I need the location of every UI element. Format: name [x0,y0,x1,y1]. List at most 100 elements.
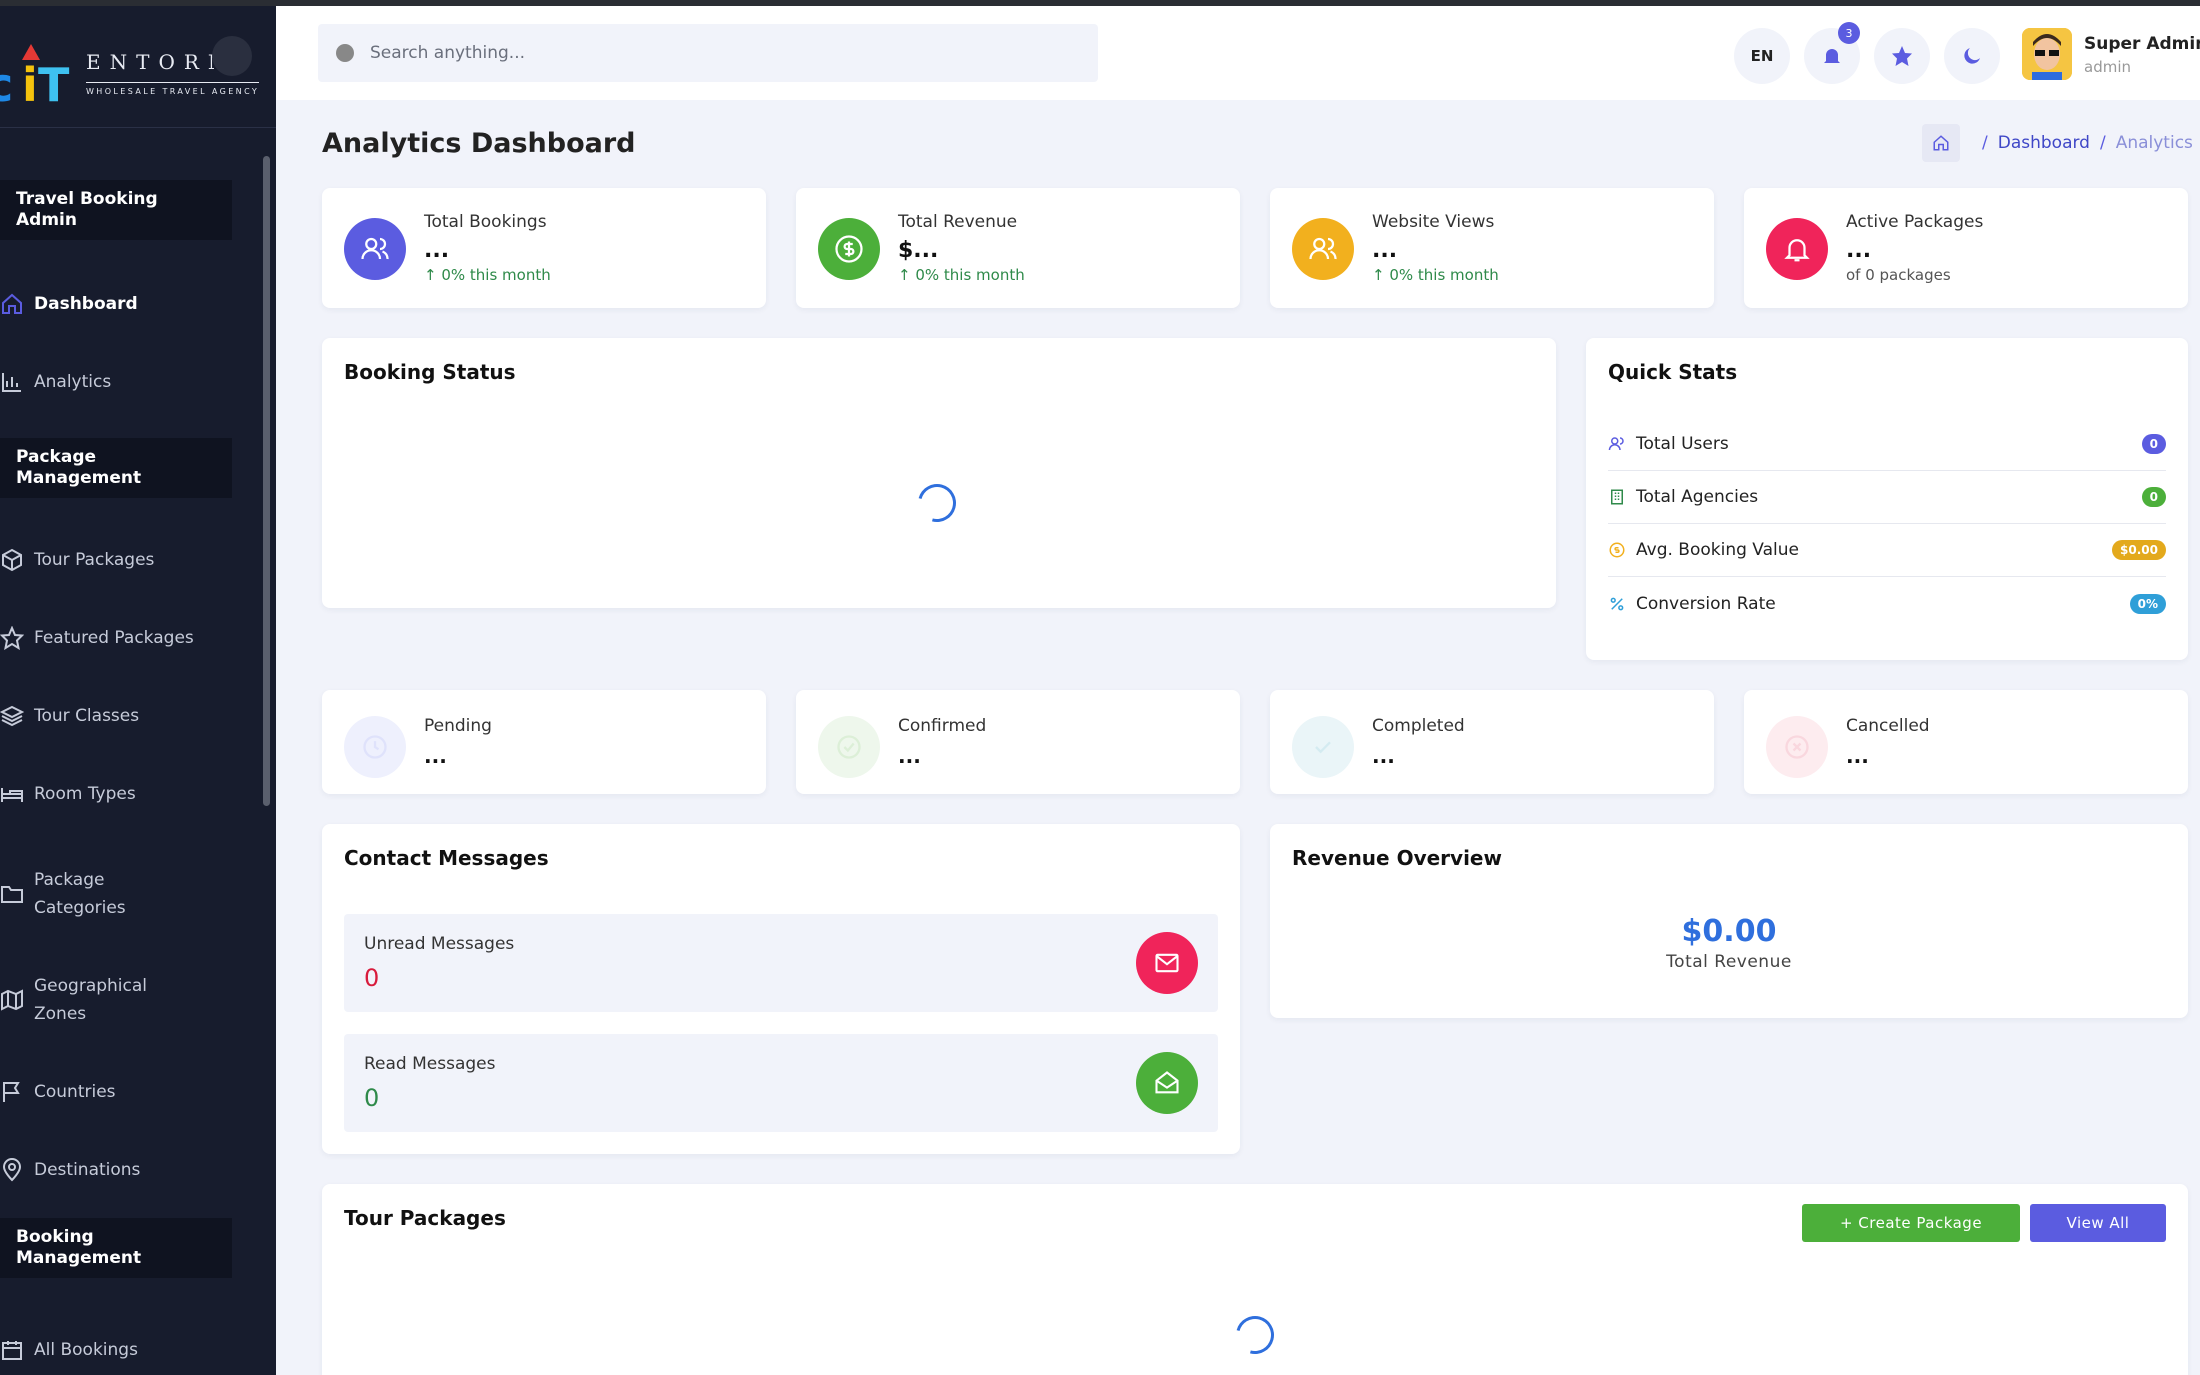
create-package-button[interactable]: + Create Package [1802,1204,2020,1242]
sidebar-item-dashboard[interactable]: Dashboard [0,290,250,318]
sidebar-item-countries[interactable]: Countries [0,1078,250,1106]
sidebar: ciT ENTORNO WHOLESALE TRAVEL AGENCY Trav… [0,6,276,1375]
total-revenue-amount: $0.00 [1681,914,1777,949]
unread-messages-count: 0 [364,964,380,992]
stat-value: ... [1846,238,1872,263]
map-icon [1,989,23,1011]
revenue-overview-card: Revenue Overview $0.00 Total Revenue [1270,824,2188,1018]
stat-change: ↑ 0% this month [898,266,1025,284]
contact-messages-card: Contact Messages Unread Messages 0 Read … [322,824,1240,1154]
sidebar-item-label: Countries [34,1082,116,1102]
search-bar[interactable] [318,24,1098,82]
language-button[interactable]: EN [1734,28,1790,84]
view-all-button[interactable]: View All [2030,1204,2166,1242]
breadcrumb-current: Analytics [2115,133,2193,153]
quick-stat-conversion-rate: Conversion Rate 0% [1608,577,2166,630]
section-package-management: Package Management [0,438,232,498]
sidebar-item-destinations[interactable]: Destinations [0,1156,250,1184]
layers-icon [0,705,24,727]
read-messages-panel[interactable]: Read Messages 0 [344,1034,1218,1132]
stat-value: $... [898,238,939,263]
stat-card-total-bookings: Total Bookings ... ↑ 0% this month [322,188,766,308]
coin-icon [1609,542,1625,558]
favorites-button[interactable] [1874,28,1930,84]
users-icon [1292,218,1354,280]
quick-stats-card: Quick Stats Total Users 0 Total Agencies… [1586,338,2188,660]
envelope-open-icon [1136,1052,1198,1114]
sidebar-item-tour-packages[interactable]: Tour Packages [0,546,250,574]
quick-stat-total-agencies: Total Agencies 0 [1608,471,2166,524]
sidebar-item-label: Tour Packages [34,550,155,570]
sidebar-item-label: Room Types [34,784,136,804]
quick-stat-badge: 0 [2141,434,2166,454]
theme-toggle-button[interactable] [1944,28,2000,84]
read-messages-label: Read Messages [364,1054,496,1074]
clock-icon [344,716,406,778]
quick-stat-avg-booking-value: Avg. Booking Value $0.00 [1608,524,2166,577]
star-icon [1892,46,1912,66]
sidebar-item-tour-classes[interactable]: Tour Classes [0,702,250,730]
envelope-icon [1136,932,1198,994]
booking-state-label: Cancelled [1846,716,1930,736]
read-messages-count: 0 [364,1084,380,1112]
sidebar-item-all-bookings[interactable]: All Bookings [0,1336,250,1364]
quick-stat-badge: 0% [2129,593,2166,614]
brand-tagline: WHOLESALE TRAVEL AGENCY [86,82,260,96]
sidebar-item-featured-packages[interactable]: Featured Packages [0,624,250,652]
sidebar-toggle-button[interactable] [212,36,252,76]
quick-stat-total-users: Total Users 0 [1608,418,2166,471]
users-icon [344,218,406,280]
stat-card-website-views: Website Views ... ↑ 0% this month [1270,188,1714,308]
tour-packages-card: Tour Packages + Create Package View All [322,1184,2188,1375]
page-title: Analytics Dashboard [322,128,636,159]
breadcrumb-separator: / [2099,133,2106,153]
sidebar-item-analytics[interactable]: Analytics [0,368,250,396]
brand-logo[interactable]: ciT ENTORNO WHOLESALE TRAVEL AGENCY [0,6,276,128]
booking-state-cancelled: Cancelled ... [1744,690,2188,794]
search-input[interactable] [370,43,1070,63]
star-icon [0,626,24,650]
breadcrumb-home-button[interactable] [1922,124,1960,162]
sidebar-item-label: Dashboard [34,294,138,314]
calendar-icon [2,1341,22,1360]
sidebar-item-package-categories[interactable]: Package Categories [0,866,150,922]
sidebar-scrollbar[interactable] [263,156,270,806]
box-icon [2,548,22,572]
home-icon [1933,135,1949,151]
booking-state-completed: Completed ... [1270,690,1714,794]
sidebar-item-room-types[interactable]: Room Types [0,780,250,808]
folder-icon [1,886,23,903]
quick-stat-label: Total Agencies [1636,487,1759,507]
percent-icon [1610,597,1624,610]
stat-value: ... [1372,238,1398,263]
breadcrumb: / Dashboard / Analytics [1922,124,2193,162]
stat-label: Active Packages [1846,212,1984,232]
avatar[interactable] [2022,28,2072,80]
stat-sub: of 0 packages [1846,266,1951,284]
window-top-bar [0,0,2200,6]
breadcrumb-dashboard-link[interactable]: Dashboard [1998,133,2090,153]
building-icon [1611,489,1623,505]
booking-state-pending: Pending ... [322,690,766,794]
booking-state-value: ... [1846,744,1869,768]
sidebar-item-geographical-zones[interactable]: Geographical Zones [0,972,170,1028]
breadcrumb-separator: / [1982,133,1988,153]
stat-label: Website Views [1372,212,1495,232]
search-icon [336,44,354,62]
booking-state-confirmed: Confirmed ... [796,690,1240,794]
top-header: EN 3 Super Admin admin [276,6,2200,100]
unread-messages-panel[interactable]: Unread Messages 0 [344,914,1218,1012]
users-icon [1608,437,1624,451]
sidebar-item-label: Analytics [34,372,112,392]
dollar-icon [818,218,880,280]
stat-label: Total Bookings [424,212,547,232]
user-avatar-icon [2022,28,2072,80]
stat-card-total-revenue: Total Revenue $... ↑ 0% this month [796,188,1240,308]
sidebar-item-label: All Bookings [34,1340,138,1360]
flag-icon [3,1082,20,1102]
sidebar-item-label: Tour Classes [34,706,140,726]
notifications-button[interactable]: 3 [1804,22,1860,84]
booking-state-label: Completed [1372,716,1465,736]
user-role: admin [2084,58,2131,76]
booking-state-value: ... [424,744,447,768]
